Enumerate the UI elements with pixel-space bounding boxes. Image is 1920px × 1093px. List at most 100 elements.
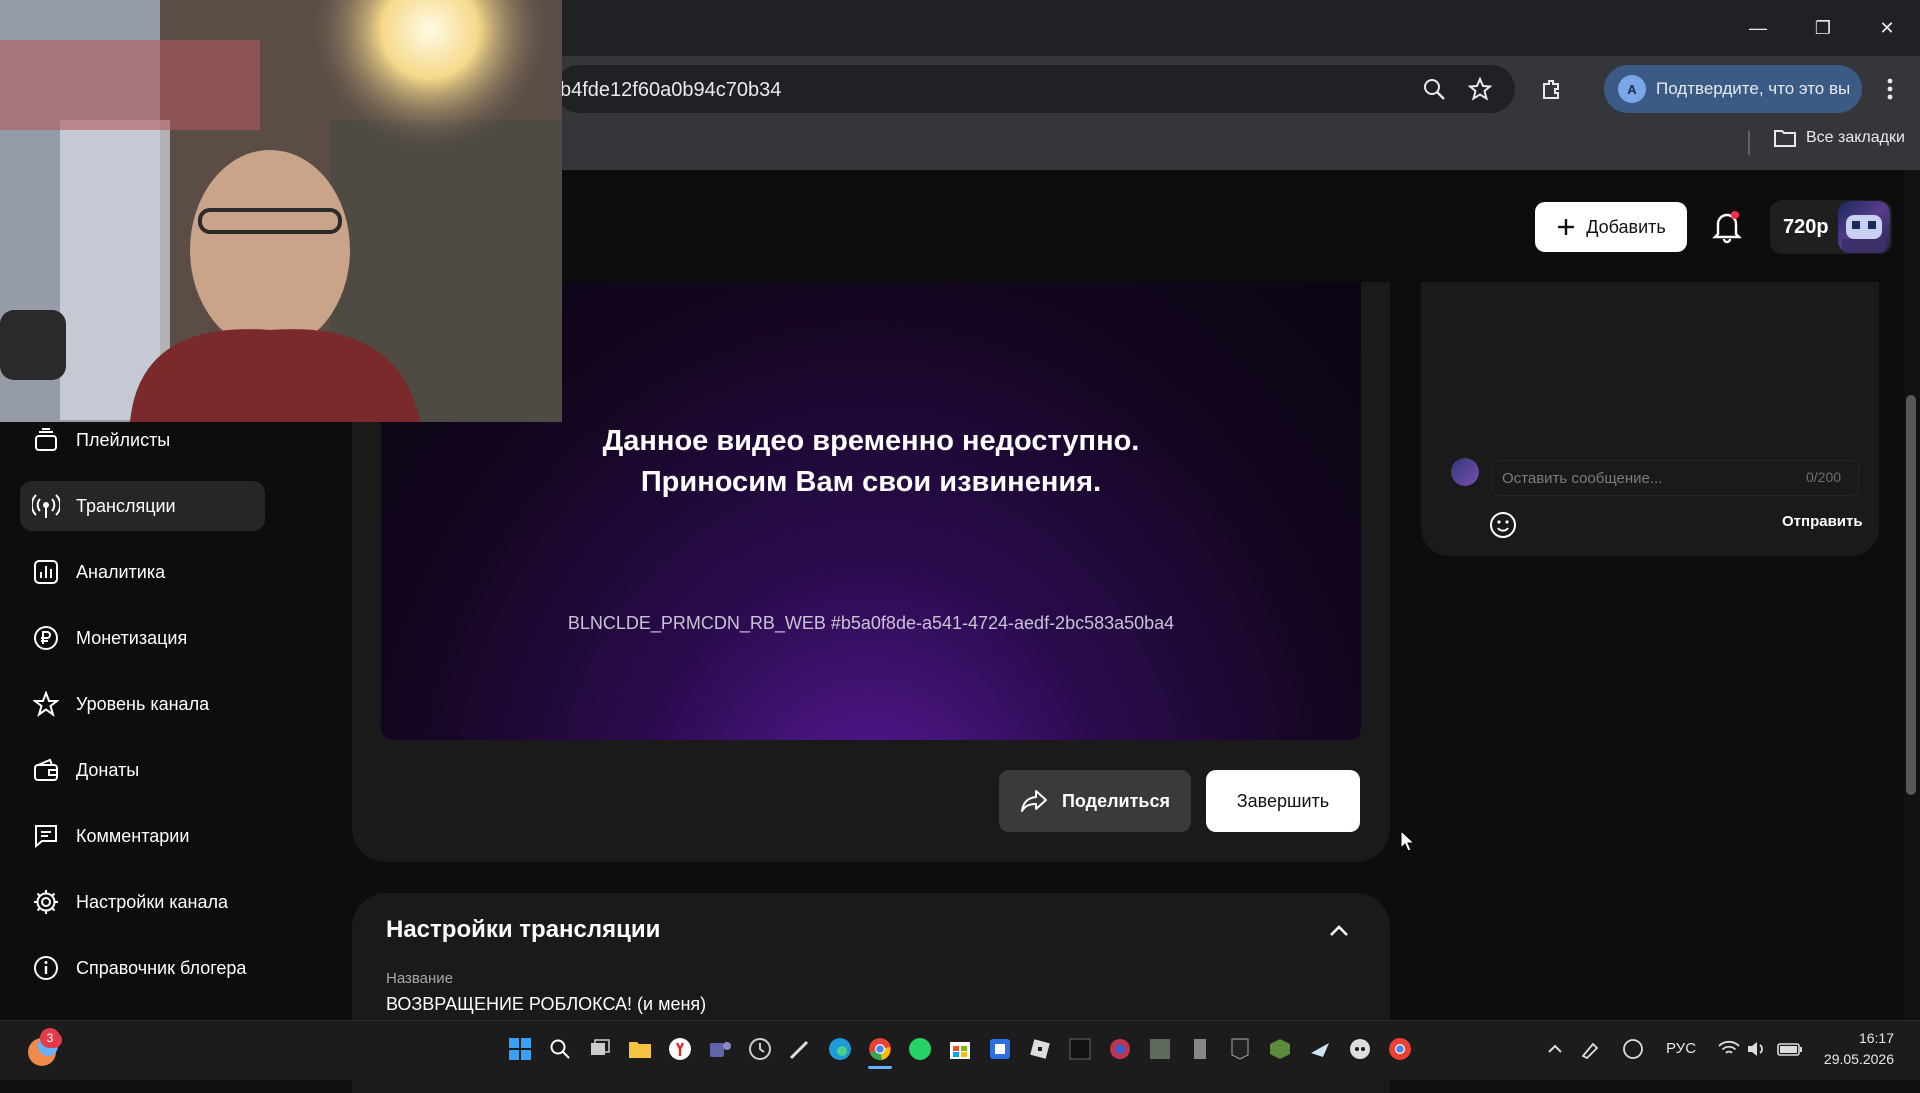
task-view-icon[interactable] xyxy=(585,1034,615,1064)
pen-tray-icon[interactable] xyxy=(1578,1034,1608,1064)
extensions-icon[interactable] xyxy=(1534,71,1570,107)
quality-label: 720p xyxy=(1783,216,1829,238)
sidebar-item-broadcasts[interactable]: Трансляции xyxy=(20,481,265,531)
minimize-button[interactable]: — xyxy=(1735,8,1781,48)
avatar xyxy=(1451,458,1479,486)
ruble-icon xyxy=(32,624,60,652)
add-button-label: Добавить xyxy=(1586,216,1666,237)
clock-app-icon[interactable] xyxy=(745,1034,775,1064)
search-icon[interactable] xyxy=(545,1034,575,1064)
video-apology-message: Приносим Вам свои извинения. xyxy=(640,466,1102,498)
file-explorer-icon[interactable] xyxy=(625,1034,655,1064)
yandex-browser-icon[interactable] xyxy=(665,1034,695,1064)
scrollbar-thumb[interactable] xyxy=(1906,395,1916,795)
teams-icon[interactable] xyxy=(705,1034,735,1064)
sidebar-item-channel-level[interactable]: Уровень канала xyxy=(20,679,265,729)
epic-games-icon[interactable] xyxy=(1225,1034,1255,1064)
language-indicator[interactable]: РУС xyxy=(1666,1040,1696,1057)
sidebar-item-label: Аналитика xyxy=(76,561,166,582)
chrome-secondary-icon[interactable] xyxy=(1385,1034,1415,1064)
stream-name-value[interactable]: ВОЗВРАЩЕНИЕ РОБЛОКСА! (и меня) xyxy=(386,994,706,1015)
close-window-button[interactable]: ✕ xyxy=(1864,8,1910,48)
profile-verify-button[interactable]: A Подтвердите, что это вы xyxy=(1604,65,1862,113)
clock-date[interactable]: 29.05.2026 xyxy=(1822,1051,1894,1067)
app-icon-shield[interactable] xyxy=(1105,1034,1135,1064)
emoji-icon[interactable] xyxy=(1488,510,1518,545)
active-app-indicator xyxy=(868,1066,892,1069)
sidebar-item-comments[interactable]: Комментарии xyxy=(20,811,265,861)
whatsapp-icon[interactable] xyxy=(905,1034,935,1064)
sidebar-item-playlists[interactable]: Плейлисты xyxy=(20,415,265,465)
send-message-button[interactable]: Отправить xyxy=(1782,513,1863,530)
webcam-overlay[interactable] xyxy=(0,0,562,422)
sidebar-item-label: Настройки канала xyxy=(76,891,229,912)
plus-icon xyxy=(1558,219,1575,235)
share-button[interactable]: Поделиться xyxy=(999,770,1191,832)
bookmarks-separator xyxy=(1748,131,1750,155)
finish-stream-button[interactable]: Завершить xyxy=(1206,770,1360,832)
network-status-icon[interactable] xyxy=(1618,1034,1648,1064)
stream-settings-title: Настройки трансляции xyxy=(386,916,661,943)
discord-icon[interactable] xyxy=(1345,1034,1375,1064)
app-icon-tool[interactable] xyxy=(1185,1034,1215,1064)
chevron-up-icon[interactable] xyxy=(1326,918,1352,949)
playlist-icon xyxy=(32,426,60,454)
info-icon xyxy=(32,954,60,982)
roblox-icon[interactable] xyxy=(1025,1034,1055,1064)
pen-app-icon[interactable] xyxy=(785,1034,815,1064)
video-unavailable-message: Данное видео временно недоступно. xyxy=(602,425,1140,457)
sidebar-item-label: Донаты xyxy=(76,759,140,780)
add-button[interactable]: Добавить xyxy=(1535,202,1687,252)
profile-avatar: A xyxy=(1618,75,1646,103)
volume-icon[interactable] xyxy=(1742,1034,1772,1064)
wallet-icon xyxy=(32,756,60,784)
all-bookmarks-label: Все закладки xyxy=(1806,129,1905,146)
app-icon-blue[interactable] xyxy=(985,1034,1015,1064)
edge-icon[interactable] xyxy=(825,1034,855,1064)
sidebar-item-channel-settings[interactable]: Настройки канала xyxy=(20,877,265,927)
sidebar-item-donations[interactable]: Донаты xyxy=(20,745,265,795)
address-url: b4fde12f60a0b94c70b34 xyxy=(560,79,782,101)
gear-icon xyxy=(32,888,60,916)
sidebar-item-label: Уровень канала xyxy=(76,693,210,714)
sidebar-item-analytics[interactable]: Аналитика xyxy=(20,547,265,597)
zoom-icon[interactable] xyxy=(1416,71,1452,107)
profile-verify-label: Подтвердите, что это вы xyxy=(1656,79,1851,98)
analytics-icon xyxy=(32,558,60,586)
comment-icon xyxy=(32,822,60,850)
video-error-code: BLNCLDE_PRMCDN_RB_WEB #b5a0f8de-a541-472… xyxy=(567,613,1175,633)
clock-time[interactable]: 16:17 xyxy=(1822,1030,1894,1046)
chat-char-counter: 0/200 xyxy=(1806,469,1842,485)
sidebar-item-label: Плейлисты xyxy=(76,429,171,450)
sidebar-item-blogger-guide[interactable]: Справочник блогера xyxy=(20,943,265,993)
bookmark-star-icon[interactable] xyxy=(1462,71,1498,107)
sidebar-item-monetization[interactable]: Монетизация xyxy=(20,613,265,663)
browser-menu-icon[interactable] xyxy=(1872,71,1908,107)
minecraft-icon[interactable] xyxy=(1265,1034,1295,1064)
app-icon-2k[interactable] xyxy=(1065,1034,1095,1064)
mouse-cursor-icon xyxy=(1400,829,1416,857)
app-icon-game[interactable] xyxy=(1145,1034,1175,1064)
steam-icon[interactable] xyxy=(1305,1034,1335,1064)
battery-icon[interactable] xyxy=(1775,1034,1805,1064)
chat-message-input[interactable] xyxy=(1491,460,1859,496)
sidebar-item-label: Трансляции xyxy=(76,495,176,516)
broadcast-icon xyxy=(32,492,60,520)
all-bookmarks-button[interactable]: Все закладки xyxy=(1774,129,1905,147)
chrome-icon[interactable] xyxy=(865,1034,895,1064)
share-icon xyxy=(1020,790,1047,812)
star-icon xyxy=(32,690,60,718)
notification-badge: 3 xyxy=(40,1028,60,1048)
store-icon[interactable] xyxy=(945,1034,975,1064)
restore-button[interactable]: ❐ xyxy=(1800,8,1846,48)
windows-start-icon[interactable] xyxy=(505,1034,535,1064)
share-button-label: Поделиться xyxy=(1061,790,1171,811)
bell-icon[interactable] xyxy=(1710,208,1744,249)
sidebar-item-label: Справочник блогера xyxy=(76,957,247,978)
sidebar-item-label: Монетизация xyxy=(76,627,188,648)
chevron-up-icon[interactable] xyxy=(1540,1034,1570,1064)
folder-icon xyxy=(1774,130,1796,147)
avatar[interactable] xyxy=(1838,201,1890,253)
sidebar-item-label: Комментарии xyxy=(76,825,190,846)
wifi-icon[interactable] xyxy=(1714,1034,1744,1064)
